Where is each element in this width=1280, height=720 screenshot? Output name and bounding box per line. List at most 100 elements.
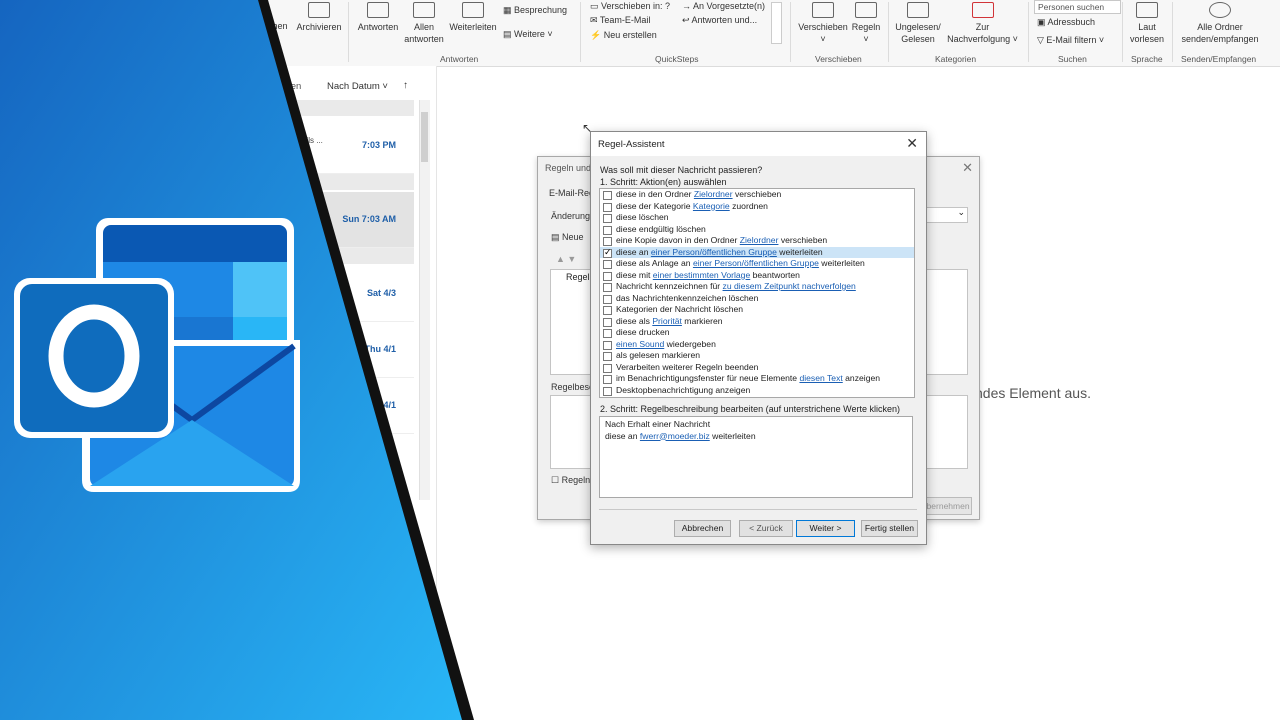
reading-pane-hint: ndes Element aus. [975, 385, 1091, 401]
read-aloud-button[interactable]: Laut vorlesen [1127, 2, 1167, 45]
action-text: diese mit [616, 269, 653, 280]
action-text: Desktopbenachrichtigung anzeigen [616, 384, 751, 395]
action-item[interactable]: einen Sound wiedergeben [600, 339, 914, 351]
close-icon[interactable]: ✕ [906, 135, 918, 152]
action-item[interactable]: diese als Anlage an einer Person/öffentl… [600, 258, 914, 270]
action-checkbox[interactable] [603, 247, 612, 258]
outlook-brand-panel [0, 0, 474, 720]
action-item[interactable]: eine Kopie davon in den Ordner Zielordne… [600, 235, 914, 247]
action-link[interactable]: Priorität [652, 316, 682, 326]
next-button[interactable]: Weiter > [796, 520, 855, 537]
action-item[interactable]: das Nachrichtenkennzeichen löschen [600, 293, 914, 305]
people-search-input[interactable]: Personen suchen [1034, 0, 1121, 14]
action-checkbox[interactable] [603, 363, 612, 373]
action-checkbox[interactable] [603, 283, 612, 292]
action-text: markieren [681, 315, 723, 326]
action-item[interactable]: diese endgültig löschen [600, 224, 914, 236]
group-kategorien-label: Kategorien [935, 54, 977, 64]
action-link[interactable]: einer Person/öffentlichen Gruppe [651, 247, 777, 257]
quickstep-manager[interactable]: → An Vorgesetzte(n) [682, 0, 765, 12]
action-text: als gelesen markieren [616, 350, 701, 360]
action-checkbox[interactable] [603, 202, 612, 212]
quickstep-move-label: Verschieben in: ? [601, 1, 671, 11]
actions-list[interactable]: diese in den Ordner Zielordner verschieb… [599, 188, 915, 398]
filter-email-button[interactable]: ▽ E-Mail filtern ˅ [1037, 34, 1104, 46]
address-book-button[interactable]: ▣ Adressbuch [1037, 16, 1095, 28]
action-item[interactable]: diese als Priorität markieren [600, 316, 914, 328]
action-checkbox[interactable] [603, 317, 612, 327]
divider [888, 2, 889, 62]
rules-dialog-title: Regeln und [545, 163, 592, 173]
action-checkbox[interactable] [603, 225, 612, 235]
action-item[interactable]: Nachricht kennzeichnen für zu diesem Zei… [600, 281, 914, 293]
unread-button[interactable]: Ungelesen/Gelesen [893, 2, 943, 45]
action-link[interactable]: Zielordner [740, 235, 779, 245]
group-quicksteps-label: QuickSteps [655, 54, 699, 64]
group-verschieben-label: Verschieben [815, 54, 862, 64]
tab-email-rules[interactable]: E-Mail-Reg [549, 188, 594, 198]
action-item[interactable]: als gelesen markieren [600, 350, 914, 362]
action-checkbox[interactable] [603, 306, 612, 315]
action-item[interactable]: diese löschen [600, 212, 914, 224]
action-text: verschieben [778, 235, 828, 245]
action-checkbox[interactable] [603, 294, 612, 304]
move-button[interactable]: Verschieben ˅ [797, 2, 849, 45]
action-checkbox[interactable] [603, 329, 612, 338]
quickstep-team[interactable]: ✉ Team-E-Mail [590, 14, 650, 26]
back-button[interactable]: < Zurück [739, 520, 793, 537]
new-rule-button[interactable]: ▤ Neue [551, 232, 584, 243]
followup-button[interactable]: Zur Nachverfolgung ˅ [945, 2, 1020, 45]
rules-button[interactable]: Regeln ˅ [850, 2, 882, 45]
action-link[interactable]: einer bestimmten Vorlage [653, 270, 750, 280]
action-text: diese an [616, 246, 651, 257]
quicksteps-scroll[interactable] [771, 2, 782, 44]
action-item[interactable]: Desktopbenachrichtigung anzeigen [600, 385, 914, 397]
followup-label-1: Zur [975, 22, 990, 32]
action-text: anzeigen [842, 373, 881, 383]
action-item[interactable]: Kategorien der Nachricht löschen [600, 304, 914, 316]
action-link[interactable]: zu diesem Zeitpunkt nachverfolgen [723, 281, 856, 291]
send-receive-button[interactable]: Alle Ordner senden/empfangen [1178, 2, 1262, 45]
action-item[interactable]: Verarbeiten weiterer Regeln beenden [600, 362, 914, 374]
action-checkbox[interactable] [603, 386, 612, 396]
action-checkbox[interactable] [603, 271, 612, 281]
finish-button[interactable]: Fertig stellen [861, 520, 918, 537]
quickstep-reply-delete[interactable]: ↩ Antworten und... [682, 14, 757, 26]
action-link[interactable]: Zielordner [694, 189, 733, 199]
action-link[interactable]: diesen Text [799, 373, 842, 383]
action-link[interactable]: einen Sound [616, 339, 664, 349]
quickstep-team-label: Team-E-Mail [599, 15, 651, 25]
action-checkbox[interactable] [603, 352, 612, 361]
action-checkbox[interactable] [603, 375, 612, 384]
step1-label: 1. Schritt: Aktion(en) auswählen [600, 177, 727, 187]
action-item[interactable]: diese drucken [600, 327, 914, 339]
wizard-titlebar: Regel-Assistent ✕ [591, 132, 926, 156]
cancel-button[interactable]: Abbrechen [674, 520, 731, 537]
move-up-icon[interactable]: ▲ ▼ [556, 254, 576, 264]
action-checkbox[interactable] [603, 340, 612, 350]
action-checkbox[interactable] [603, 214, 612, 223]
recipient-link[interactable]: fwerr@moeder.biz [640, 431, 710, 441]
mouse-cursor-icon: ↖ [582, 121, 593, 135]
divider [599, 509, 917, 510]
description-line: Nach Erhalt einer Nachricht [605, 419, 711, 429]
action-checkbox[interactable] [603, 260, 612, 269]
filter-email-label: E-Mail filtern ˅ [1046, 35, 1105, 45]
read-aloud-label-2: vorlesen [1129, 34, 1165, 44]
meeting-button[interactable]: ▦ Besprechung [503, 4, 567, 16]
action-link[interactable]: Kategorie [693, 201, 730, 211]
enable-rules-checkbox[interactable]: ☐ Regeln [551, 475, 590, 486]
action-link[interactable]: einer Person/öffentlichen Gruppe [693, 258, 819, 268]
action-item[interactable]: diese der Kategorie Kategorie zuordnen [600, 201, 914, 213]
action-item[interactable]: diese an einer Person/öffentlichen Grupp… [600, 246, 914, 258]
action-item[interactable]: diese mit einer bestimmten Vorlage beant… [600, 270, 914, 282]
rules-dialog-close-icon[interactable]: ✕ [962, 160, 973, 176]
chevron-down-icon: ⌄ [957, 207, 965, 217]
more-button[interactable]: ▤ Weitere ˅ [503, 28, 553, 40]
action-checkbox[interactable] [603, 237, 612, 246]
action-checkbox[interactable] [603, 191, 612, 200]
action-item[interactable]: im Benachrichtigungsfenster für neue Ele… [600, 373, 914, 385]
quickstep-move[interactable]: ▭ Verschieben in: ? [590, 0, 670, 12]
action-item[interactable]: diese in den Ordner Zielordner verschieb… [600, 189, 914, 201]
quickstep-new[interactable]: ⚡ Neu erstellen [590, 29, 657, 41]
